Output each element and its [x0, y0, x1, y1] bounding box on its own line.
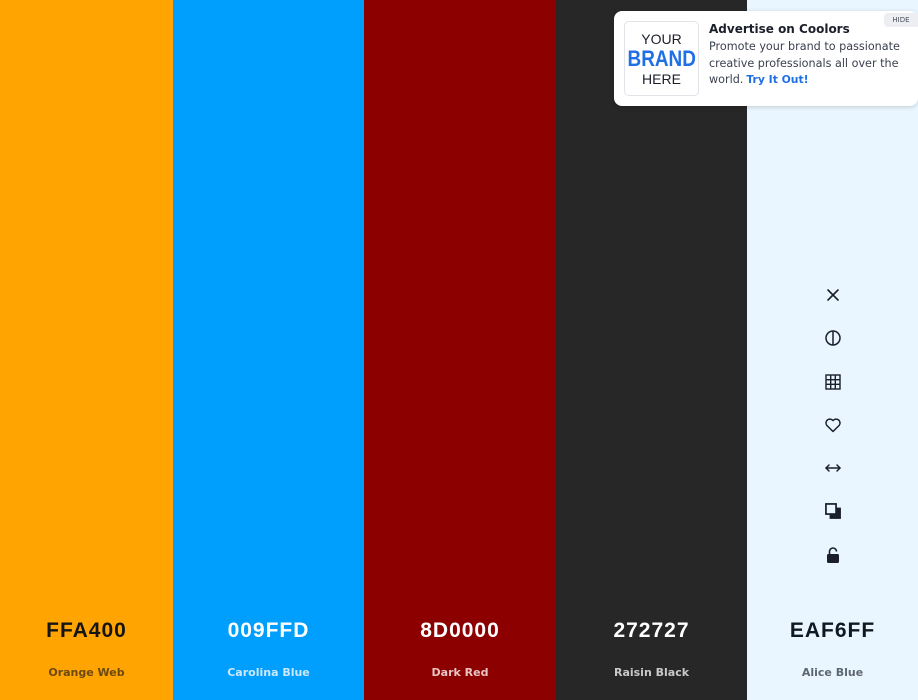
unlock-icon — [826, 546, 839, 563]
color-name[interactable]: Orange Web — [0, 666, 173, 679]
contrast-icon — [824, 330, 841, 347]
hex-code[interactable]: EAF6FF — [747, 619, 918, 643]
color-name[interactable]: Carolina Blue — [173, 666, 364, 679]
copy-hex-button[interactable] — [819, 497, 847, 525]
lock-color-button[interactable] — [819, 541, 847, 569]
swatch-dark-red[interactable]: 8D0000 Dark Red — [364, 0, 556, 700]
hex-code[interactable]: 8D0000 — [364, 619, 556, 643]
remove-color-button[interactable] — [819, 281, 847, 309]
heart-icon — [824, 418, 841, 433]
hex-code[interactable]: 272727 — [556, 619, 747, 643]
color-name[interactable]: Dark Red — [364, 666, 556, 679]
close-icon — [826, 289, 839, 301]
hex-code[interactable]: FFA400 — [0, 619, 173, 643]
logo-line-2: BRAND — [627, 45, 696, 71]
swatch-toolbar — [747, 281, 918, 584]
drag-arrows-icon — [824, 464, 841, 472]
brand-logo-placeholder[interactable]: YOUR BRAND HERE — [624, 21, 699, 96]
hide-ad-button[interactable]: HIDE — [884, 13, 918, 27]
hex-code[interactable]: 009FFD — [173, 619, 364, 643]
logo-line-3: HERE — [642, 70, 681, 87]
drag-button[interactable] — [819, 454, 847, 482]
ad-body: Promote your brand to passionate creativ… — [709, 39, 909, 89]
color-name[interactable]: Raisin Black — [556, 666, 747, 679]
shades-button[interactable] — [819, 324, 847, 352]
color-name[interactable]: Alice Blue — [747, 666, 918, 679]
try-it-out-link[interactable]: Try It Out! — [746, 73, 808, 86]
palette-grid-button[interactable] — [819, 368, 847, 396]
swatch-carolina-blue[interactable]: 009FFD Carolina Blue — [173, 0, 364, 700]
grid-icon — [824, 373, 841, 390]
copy-icon — [824, 503, 841, 520]
swatch-orange-web[interactable]: FFA400 Orange Web — [0, 0, 173, 700]
save-color-button[interactable] — [819, 411, 847, 439]
logo-line-1: YOUR — [641, 30, 682, 47]
ad-title[interactable]: Advertise on Coolors — [709, 22, 850, 36]
advertisement-card: YOUR BRAND HERE Advertise on Coolors Pro… — [614, 11, 918, 106]
